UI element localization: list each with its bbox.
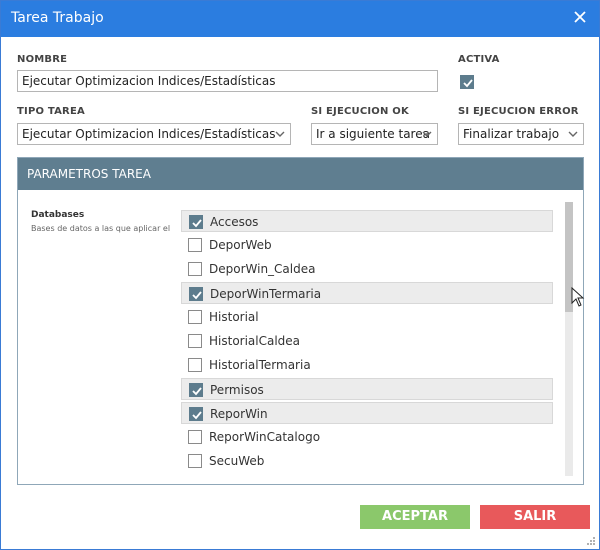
database-item[interactable]: HistorialCaldea (181, 330, 553, 352)
database-item-label: DeporWinTermaria (210, 287, 322, 301)
database-item-label: HistorialTermaria (209, 358, 311, 372)
database-item[interactable]: SecuWeb (181, 450, 553, 472)
databases-description: Bases de datos a las que aplicar el m (31, 224, 171, 233)
close-icon[interactable] (571, 8, 589, 26)
parametros-header: PARAMETROS TAREA (18, 158, 583, 190)
si-ejecucion-ok-label: SI EJECUCION OK (311, 106, 409, 117)
database-item[interactable]: DeporWin_Caldea (181, 258, 553, 280)
database-item[interactable]: DeporWinTermaria (181, 282, 553, 304)
database-item-label: HistorialCaldea (209, 334, 301, 348)
database-checkbox[interactable] (188, 430, 202, 444)
database-checkbox[interactable] (189, 215, 203, 229)
database-checkbox[interactable] (188, 310, 202, 324)
si-ejecucion-error-label: SI EJECUCION ERROR (458, 106, 579, 117)
mouse-cursor-icon (571, 287, 585, 307)
database-checkbox[interactable] (188, 454, 202, 468)
database-item[interactable]: HistorialTermaria (181, 354, 553, 376)
tipo-tarea-label: TIPO TAREA (17, 106, 85, 117)
titlebar: Tarea Trabajo (1, 1, 599, 37)
database-item-label: DeporWeb (209, 238, 272, 252)
si-ejecucion-ok-value: Ir a siguiente tarea (316, 127, 430, 141)
database-checkbox[interactable] (188, 334, 202, 348)
si-ejecucion-error-select[interactable]: Finalizar trabajo (458, 123, 584, 145)
accept-button[interactable]: ACEPTAR (360, 505, 470, 529)
nombre-input[interactable]: Ejecutar Optimizacion Indices/Estadístic… (17, 70, 438, 92)
exit-button[interactable]: SALIR (480, 505, 590, 529)
database-item[interactable]: Historial (181, 306, 553, 328)
database-item[interactable]: ReporWinCatalogo (181, 426, 553, 448)
database-checkbox[interactable] (188, 358, 202, 372)
database-item-label: ReporWinCatalogo (209, 430, 321, 444)
parametros-header-title: PARAMETROS TAREA (27, 167, 151, 181)
resize-grip-icon[interactable] (586, 536, 596, 546)
chevron-down-icon (422, 131, 432, 137)
activa-label: ACTIVA (458, 54, 500, 65)
database-item-label: ReporWin (210, 407, 268, 421)
databases-label: Databases (31, 210, 85, 220)
database-item[interactable]: Accesos (181, 210, 553, 232)
database-checkbox[interactable] (189, 287, 203, 301)
database-checkbox[interactable] (189, 407, 203, 421)
nombre-label: NOMBRE (17, 54, 68, 65)
databases-list: Accesos DeporWeb DeporWin_Caldea DeporWinTe… (181, 208, 555, 486)
nombre-value: Ejecutar Optimizacion Indices/Estadístic… (22, 74, 276, 88)
parametros-panel: PARAMETROS TAREA Databases Bases de dato… (17, 157, 584, 485)
activa-checkbox[interactable] (460, 75, 474, 89)
scrollbar[interactable] (565, 202, 573, 476)
tipo-tarea-value: Ejecutar Optimizacion Indices/Estadístic… (22, 127, 276, 141)
database-checkbox[interactable] (189, 383, 203, 397)
tipo-tarea-select[interactable]: Ejecutar Optimizacion Indices/Estadístic… (17, 123, 291, 145)
si-ejecucion-ok-select[interactable]: Ir a siguiente tarea (311, 123, 438, 145)
database-item-label: Accesos (210, 215, 259, 229)
database-item-label: DeporWin_Caldea (209, 262, 316, 276)
database-item-label: SecuWeb (209, 454, 265, 468)
database-checkbox[interactable] (188, 262, 202, 276)
database-item[interactable]: Permisos (181, 378, 553, 400)
window-title: Tarea Trabajo (11, 10, 104, 26)
chevron-down-icon (568, 131, 578, 137)
database-item[interactable]: ReporWin (181, 402, 553, 424)
database-item[interactable]: DeporWeb (181, 234, 553, 256)
si-ejecucion-error-value: Finalizar trabajo (463, 127, 560, 141)
database-item-label: Permisos (210, 383, 264, 397)
dialog-window: Tarea Trabajo NOMBRE Ejecutar Optimizaci… (0, 0, 600, 550)
database-checkbox[interactable] (188, 238, 202, 252)
chevron-down-icon (275, 131, 285, 137)
database-item-label: Historial (209, 310, 259, 324)
